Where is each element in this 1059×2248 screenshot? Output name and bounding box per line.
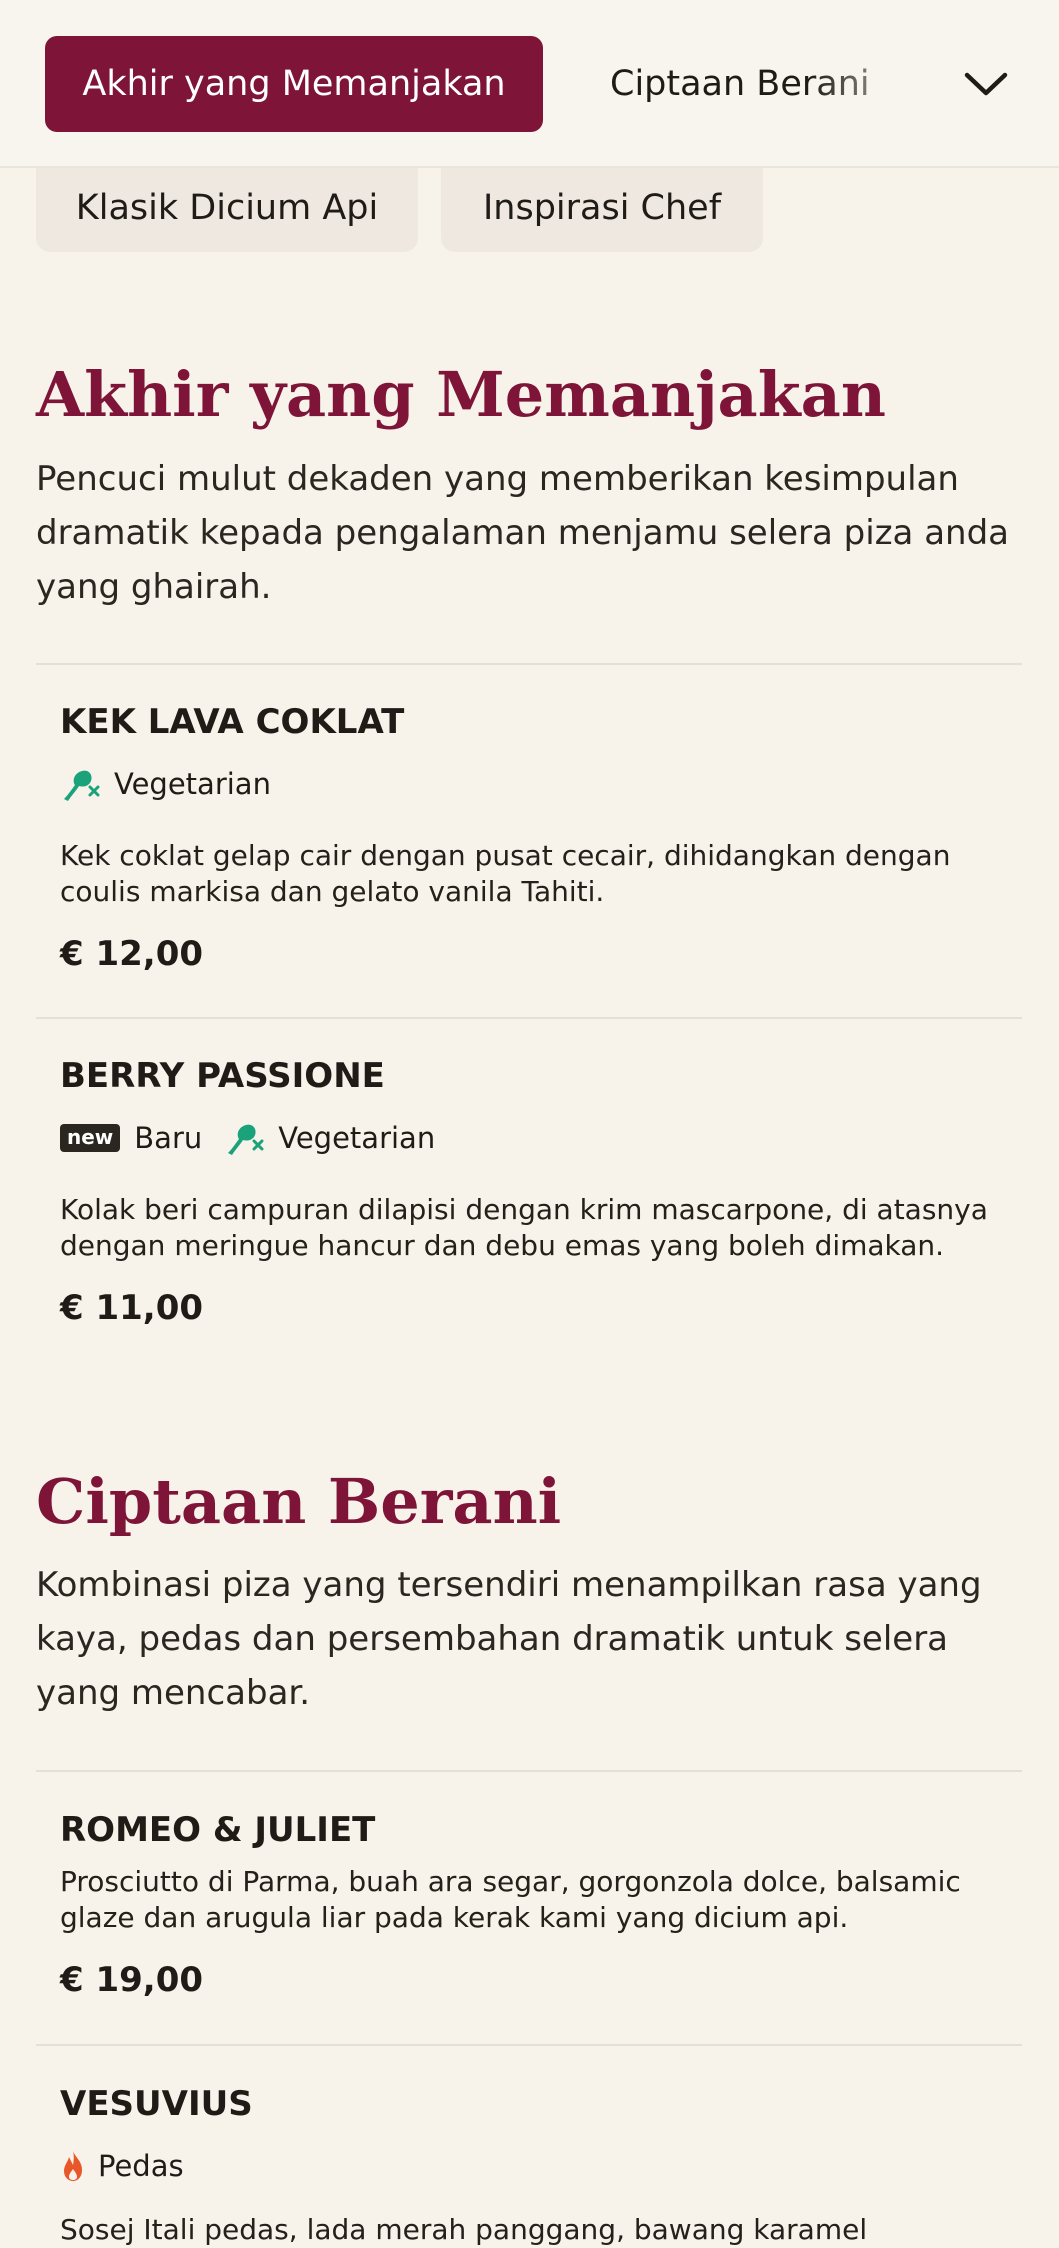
flame-icon — [60, 2149, 86, 2183]
menu-item-price: € 19,00 — [60, 1960, 204, 2000]
menu-item-description: Kek coklat gelap cair dengan pusat cecai… — [60, 839, 951, 908]
tag-label: Vegetarian — [278, 1121, 436, 1155]
menu-item-name: VESUVIUS — [60, 2084, 253, 2124]
divider — [36, 2044, 1022, 2046]
menu-item-name: KEK LAVA COKLAT — [60, 702, 405, 742]
divider — [36, 1017, 1022, 1019]
tab-ciptaan-berani[interactable]: Ciptaan Berani — [610, 36, 870, 132]
menu-item-description: Kolak beri campuran dilapisi dengan krim… — [60, 1193, 988, 1262]
expand-categories-button[interactable] — [950, 44, 1022, 124]
tag-label: Vegetarian — [114, 767, 271, 801]
tag-label: Pedas — [98, 2149, 184, 2183]
section-title: Ciptaan Berani — [36, 1465, 562, 1538]
divider — [36, 663, 1022, 665]
menu-item-tags: Vegetarian — [60, 764, 293, 804]
tab-akhir-yang-memanjakan[interactable]: Akhir yang Memanjakan — [45, 36, 543, 132]
menu-item-tags: Pedas — [60, 2146, 206, 2186]
tag-spicy: Pedas — [60, 2149, 184, 2183]
chevron-down-icon — [964, 72, 1008, 96]
menu-item-description: Prosciutto di Parma, buah ara segar, gor… — [60, 1865, 961, 1934]
divider — [36, 1770, 1022, 1772]
new-badge-icon: new — [60, 1124, 121, 1152]
tag-new: new Baru — [60, 1121, 202, 1155]
tag-label: Baru — [134, 1121, 203, 1155]
category-nav: Akhir yang Memanjakan Ciptaan Berani — [0, 0, 1059, 168]
menu-item-tags: new Baru Vegetarian — [60, 1118, 457, 1158]
tag-vegetarian: Vegetarian — [224, 1119, 435, 1157]
tag-vegetarian: Vegetarian — [60, 765, 271, 803]
section-description: Kombinasi piza yang tersendiri menampilk… — [36, 1565, 982, 1713]
section-description: Pencuci mulut dekaden yang memberikan ke… — [36, 459, 1010, 607]
vegetarian-icon — [60, 765, 102, 803]
menu-item-name: BERRY PASSIONE — [60, 1056, 385, 1096]
section-title: Akhir yang Memanjakan — [36, 358, 886, 431]
menu-item-name: ROMEO & JULIET — [60, 1810, 376, 1850]
menu-item-price: € 11,00 — [60, 1288, 204, 1328]
menu-item-price: € 12,00 — [60, 934, 204, 974]
vegetarian-icon — [224, 1119, 266, 1157]
menu-item-description: Sosej Itali pedas, lada merah panggang, … — [60, 2213, 868, 2246]
